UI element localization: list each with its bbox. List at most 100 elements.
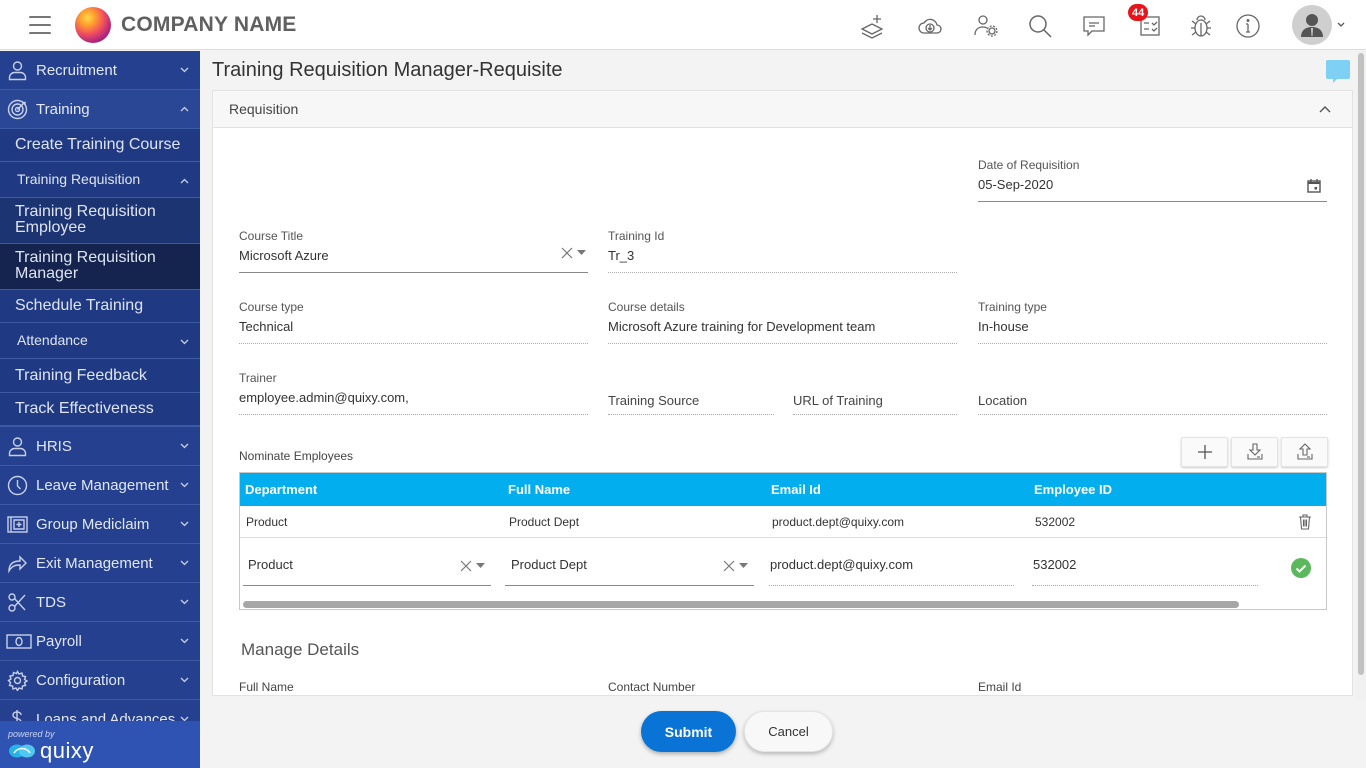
sidebar-item-attendance[interactable]: Attendance [0, 323, 200, 359]
comment-icon[interactable] [1326, 59, 1350, 83]
chevron-up-icon [1319, 106, 1331, 113]
field-label: Training type [978, 300, 1047, 314]
sidebar-item-recruitment[interactable]: Recruitment [0, 51, 200, 90]
search-icon[interactable] [1026, 12, 1054, 40]
dropdown-arrow-icon[interactable] [739, 563, 748, 569]
medical-icon [7, 516, 28, 533]
sidebar-item-payroll[interactable]: Payroll [0, 622, 200, 661]
chevron-down-icon[interactable] [1336, 19, 1346, 29]
sidebar-item-schedule-training[interactable]: Schedule Training [0, 290, 200, 323]
course-title-select[interactable]: Course Title Microsoft Azure [239, 229, 588, 273]
field-value: In-house [978, 319, 1029, 334]
field-label: Course details [608, 300, 685, 314]
field-value: product.dept@quixy.com [770, 557, 914, 572]
chevron-down-icon [180, 521, 189, 527]
department-select[interactable]: Product [243, 548, 491, 586]
field-label: Course type [239, 300, 304, 314]
dropdown-arrow-icon[interactable] [476, 563, 485, 569]
company-name: COMPANY NAME [121, 13, 297, 36]
sidebar-item-training-requisition[interactable]: Training Requisition [0, 162, 200, 198]
column-header[interactable]: Department [245, 482, 317, 497]
nominate-employees-grid: Department Full Name Email Id Employee I… [239, 472, 1327, 610]
chevron-down-icon [180, 560, 189, 566]
sidebar-item-label: Payroll [36, 632, 82, 650]
user-icon [8, 61, 27, 81]
sidebar-item-label: Attendance [17, 332, 88, 348]
sidebar-item-label: HRIS [36, 437, 72, 455]
avatar[interactable] [1292, 5, 1332, 45]
hamburger-menu-icon[interactable] [29, 16, 51, 34]
notification-badge: 44 [1128, 4, 1149, 21]
column-header[interactable]: Email Id [771, 482, 821, 497]
field-value: 05-Sep-2020 [978, 177, 1054, 192]
vertical-scrollbar-thumb[interactable] [1358, 53, 1364, 675]
email-id-field: product.dept@quixy.com [769, 548, 1014, 586]
column-header[interactable]: Full Name [508, 482, 570, 497]
sidebar-item-label: Track Effectiveness [15, 400, 154, 417]
sidebar-item-label: Training Requisition [17, 171, 141, 187]
cell-employee-id: 532002 [1035, 515, 1076, 529]
full-name-label: Full Name [239, 680, 294, 694]
edit-row: Product Product Dept product.dept@quixy.… [240, 538, 1326, 594]
user-silhouette-icon [1301, 14, 1323, 37]
manage-details-title: Manage Details [241, 640, 360, 659]
field-value: employee.admin@quixy.com, [239, 390, 409, 405]
sidebar-item-label: Leave Management [36, 476, 169, 494]
sidebar-item-exit-management[interactable]: Exit Management [0, 544, 200, 583]
sidebar-item-configuration[interactable]: Configuration [0, 661, 200, 700]
clear-icon[interactable] [561, 247, 573, 259]
field-value: Tr_3 [608, 248, 635, 263]
delete-icon[interactable] [1298, 514, 1312, 530]
field-value: Technical [239, 319, 294, 334]
requisition-panel-header[interactable]: Requisition [213, 91, 1352, 128]
cloud-download-icon[interactable] [916, 12, 944, 40]
clear-icon[interactable] [723, 560, 735, 572]
sidebar-item-create-training-course[interactable]: Create Training Course [0, 129, 200, 162]
course-type-field: Course type Technical [239, 300, 588, 344]
column-header[interactable]: Employee ID [1034, 482, 1112, 497]
sidebar-item-group-mediclaim[interactable]: Group Mediclaim [0, 505, 200, 544]
calendar-icon[interactable] [1307, 178, 1321, 193]
sidebar-item-hris[interactable]: HRIS [0, 427, 200, 466]
sidebar-item-training-requisition-manager[interactable]: Training Requisition Manager [0, 244, 200, 290]
chat-icon[interactable] [1080, 12, 1108, 40]
quixy-brand: quixy [40, 738, 94, 763]
dropdown-arrow-icon[interactable] [577, 250, 586, 256]
chevron-down-icon [180, 638, 189, 644]
field-value: Product [248, 557, 293, 572]
sidebar-item-training[interactable]: Training [0, 90, 200, 129]
sidebar-item-label: Schedule Training [15, 297, 144, 314]
sidebar-item-training-requisition-employee[interactable]: Training Requisition Employee [0, 198, 200, 244]
sidebar-item-leave-management[interactable]: Leave Management [0, 466, 200, 505]
chevron-down-icon [180, 443, 189, 449]
user-settings-icon[interactable] [972, 12, 1000, 40]
field-label: Training Id [608, 229, 665, 243]
sidebar-item-label: Employee [15, 219, 87, 236]
add-layers-icon[interactable] [858, 12, 886, 40]
bug-icon[interactable] [1187, 12, 1215, 40]
field-value: 532002 [1033, 557, 1077, 572]
field-value: Product Dept [511, 557, 587, 572]
powered-by-footer: powered by quixy [0, 721, 200, 768]
add-row-button[interactable] [1181, 437, 1228, 467]
sidebar-item-label: Recruitment [36, 61, 117, 79]
sidebar-item-track-effectiveness[interactable]: Track Effectiveness [0, 393, 200, 427]
sidebar-item-training-feedback[interactable]: Training Feedback [0, 359, 200, 393]
cell-department: Product [246, 515, 288, 529]
clear-icon[interactable] [460, 560, 472, 572]
quixy-logo-icon [9, 744, 35, 758]
save-check-icon[interactable] [1291, 558, 1311, 578]
sidebar-item-tds[interactable]: TDS [0, 583, 200, 622]
chevron-down-icon [180, 677, 189, 683]
location-field: Location [978, 393, 1327, 415]
table-row[interactable]: Product Product Dept product.dept@quixy.… [240, 506, 1326, 538]
date-of-requisition-field[interactable]: Date of Requisition 05-Sep-2020 [978, 158, 1327, 202]
cancel-button[interactable]: Cancel [744, 711, 833, 752]
submit-button[interactable]: Submit [641, 711, 736, 752]
horizontal-scrollbar[interactable] [243, 601, 1239, 608]
field-label: Date of Requisition [978, 158, 1080, 172]
import-button[interactable] [1231, 437, 1278, 467]
export-button[interactable] [1281, 437, 1328, 467]
full-name-select[interactable]: Product Dept [505, 548, 754, 586]
info-icon[interactable] [1234, 12, 1262, 40]
